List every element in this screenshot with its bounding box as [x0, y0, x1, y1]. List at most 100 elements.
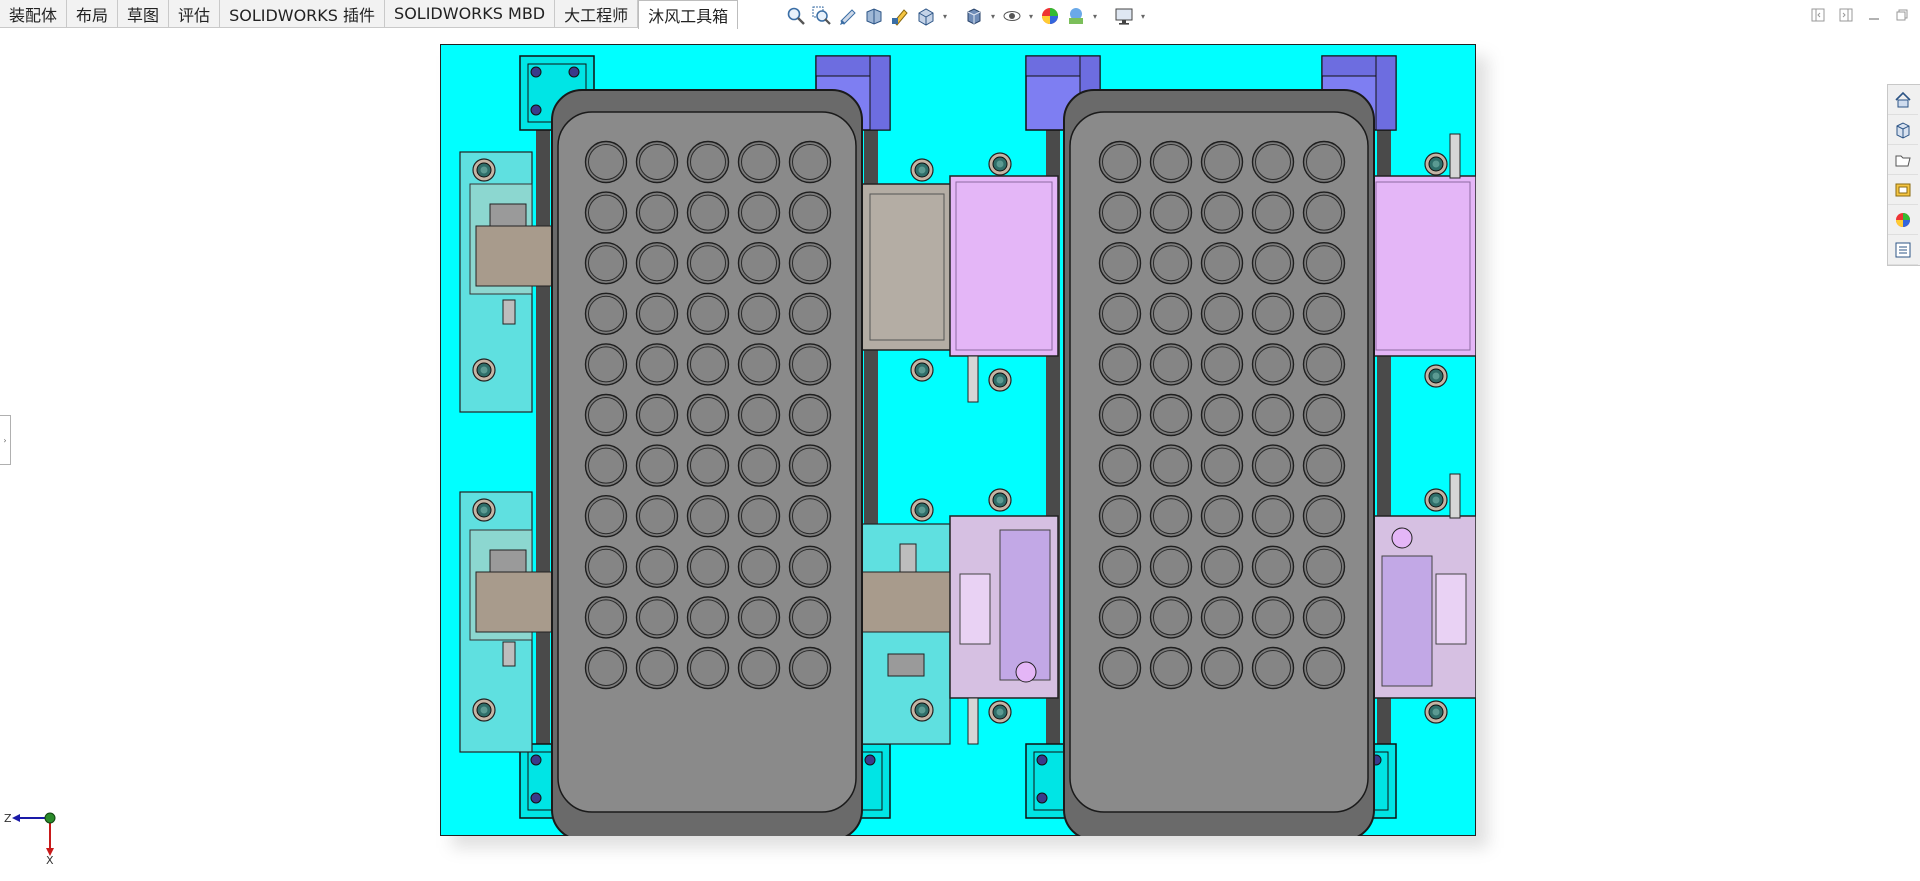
custom-properties-icon[interactable] — [1888, 235, 1918, 265]
tray-cell — [737, 596, 781, 639]
tray-cell — [1251, 292, 1295, 335]
tray-cell — [686, 292, 730, 335]
tray-cell — [1149, 444, 1193, 487]
display-style-icon[interactable] — [962, 4, 986, 28]
tray-cell — [1098, 241, 1142, 285]
tray-cell — [1098, 545, 1142, 588]
file-explorer-icon[interactable] — [1888, 145, 1918, 175]
tray-cell — [1149, 646, 1193, 690]
tray-cell — [1302, 444, 1346, 487]
tray-left-cells — [584, 140, 832, 690]
tray-cell — [1149, 140, 1193, 184]
view-palette-icon[interactable] — [1888, 175, 1918, 205]
tile-left-icon[interactable] — [1806, 4, 1830, 26]
tray-cell — [1098, 444, 1142, 487]
display-style-dropdown-icon[interactable]: ▾ — [988, 4, 998, 28]
stopper-block — [859, 183, 955, 351]
tray-cell — [1302, 343, 1346, 386]
tray-cell — [1200, 140, 1244, 184]
tray-cell — [1302, 646, 1346, 690]
assembly-model-top-view[interactable] — [440, 44, 1476, 836]
tray-cell — [584, 140, 628, 184]
tab-7[interactable]: 沐风工具箱 — [638, 0, 739, 29]
tray-cell — [584, 495, 628, 538]
edit-appearance-icon[interactable] — [1038, 4, 1062, 28]
tray-cell — [584, 292, 628, 335]
tray-cell — [1149, 191, 1193, 234]
tray-cell — [788, 343, 832, 386]
tray-cell — [1251, 241, 1295, 285]
tray-cell — [1251, 393, 1295, 437]
tray-cell — [584, 545, 628, 588]
tray-cell — [1200, 545, 1244, 588]
tray-cell — [737, 292, 781, 335]
tab-3[interactable]: 评估 — [169, 0, 221, 28]
tray-cell — [788, 444, 832, 487]
tray-cell — [1098, 393, 1142, 437]
tab-5[interactable]: SOLIDWORKS MBD — [385, 0, 556, 28]
restore-icon[interactable] — [1890, 4, 1914, 26]
tray-cell — [686, 545, 730, 588]
tray-cell — [737, 343, 781, 386]
section-view-icon[interactable] — [862, 4, 886, 28]
tray-cell — [1251, 545, 1295, 588]
view-settings-dropdown-icon[interactable]: ▾ — [1138, 4, 1148, 28]
tray-cell — [686, 393, 730, 437]
tab-1[interactable]: 布局 — [67, 0, 119, 28]
tray-cell — [737, 393, 781, 437]
tile-right-icon[interactable] — [1834, 4, 1858, 26]
tray-cell — [686, 596, 730, 639]
view-orientation-dropdown-icon[interactable]: ▾ — [940, 4, 950, 28]
tray-cell — [1098, 292, 1142, 335]
triad-x-label: X — [46, 854, 54, 864]
previous-view-icon[interactable] — [836, 4, 860, 28]
tray-cell — [1302, 292, 1346, 335]
view-orientation-icon[interactable] — [914, 4, 938, 28]
tab-6[interactable]: 大工程师 — [555, 0, 639, 28]
minimize-icon[interactable] — [1862, 4, 1886, 26]
tray-cell — [635, 343, 679, 386]
tab-2[interactable]: 草图 — [118, 0, 170, 28]
tray-cell — [635, 140, 679, 184]
tray-cell — [788, 393, 832, 437]
tray-cell — [1200, 241, 1244, 285]
tray-cell — [635, 241, 679, 285]
tray-cell — [1098, 646, 1142, 690]
tray-cell — [584, 191, 628, 234]
tray-cell — [686, 241, 730, 285]
hide-show-dropdown-icon[interactable]: ▾ — [1026, 4, 1036, 28]
tab-0[interactable]: 装配体 — [0, 0, 68, 28]
tray-cell — [1251, 140, 1295, 184]
tab-4[interactable]: SOLIDWORKS 插件 — [220, 0, 386, 28]
design-library-icon[interactable] — [1888, 115, 1918, 145]
tray-cell — [1098, 191, 1142, 234]
dynamic-annotation-icon[interactable] — [888, 4, 912, 28]
feature-manager-expand-handle[interactable]: › — [0, 415, 11, 465]
tray-cell — [1098, 343, 1142, 386]
hide-show-items-icon[interactable] — [1000, 4, 1024, 28]
tray-cell — [1200, 646, 1244, 690]
zoom-to-fit-icon[interactable] — [784, 4, 808, 28]
tray-cell — [1251, 343, 1295, 386]
triad-z-label: Z — [4, 812, 12, 825]
tray-cell — [686, 646, 730, 690]
tray-cell — [788, 191, 832, 234]
tray-cell — [1302, 545, 1346, 588]
apply-scene-icon[interactable] — [1064, 4, 1088, 28]
heads-up-view-toolbar: ▾ ▾ ▾ ▾ ▾ — [784, 3, 1148, 29]
apply-scene-dropdown-icon[interactable]: ▾ — [1090, 4, 1100, 28]
reference-triad: Z X — [4, 812, 56, 864]
zoom-to-area-icon[interactable] — [810, 4, 834, 28]
tray-cell — [1302, 393, 1346, 437]
tray-cell — [1149, 241, 1193, 285]
view-settings-icon[interactable] — [1112, 4, 1136, 28]
tray-cell — [584, 444, 628, 487]
tray-cell — [737, 545, 781, 588]
tray-cell — [584, 343, 628, 386]
tray-cell — [1098, 596, 1142, 639]
home-icon[interactable] — [1888, 85, 1918, 115]
tray-cell — [686, 444, 730, 487]
tray-cell — [1200, 393, 1244, 437]
appearances-icon[interactable] — [1888, 205, 1918, 235]
tray-cell — [686, 140, 730, 184]
